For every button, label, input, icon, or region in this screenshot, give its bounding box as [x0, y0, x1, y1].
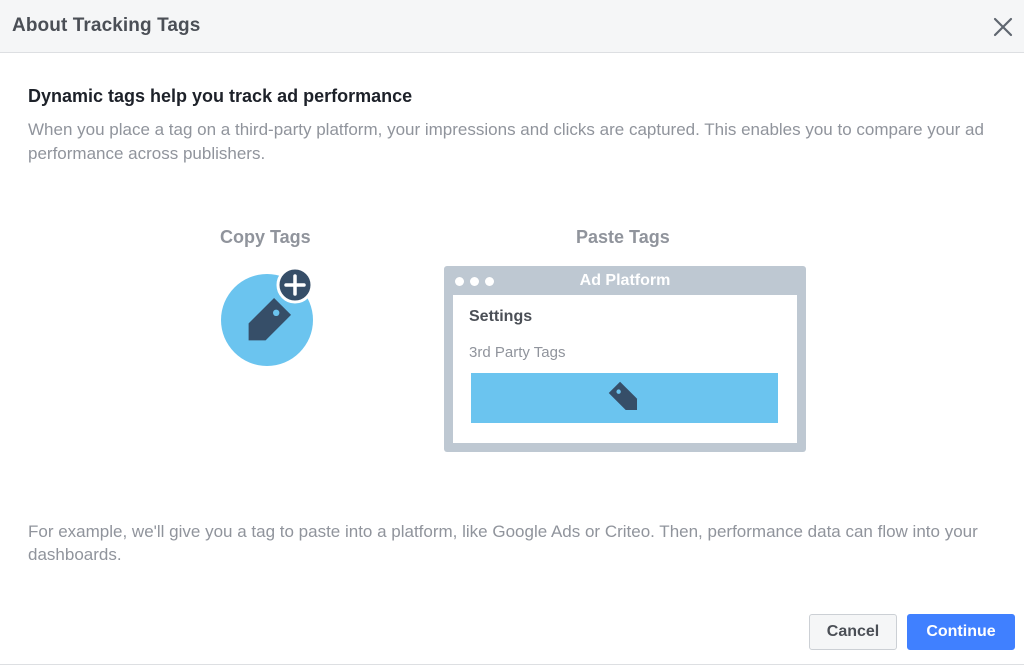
dialog-header: About Tracking Tags [0, 0, 1024, 53]
close-button[interactable] [990, 14, 1016, 40]
tracking-tags-dialog: About Tracking Tags Dynamic tags help yo… [0, 0, 1024, 668]
plus-icon [276, 266, 314, 304]
third-party-tags-label: 3rd Party Tags [469, 344, 566, 361]
window-title-bar: Ad Platform [444, 266, 806, 294]
section-heading: Dynamic tags help you track ad performan… [28, 86, 413, 106]
example-text: For example, we'll give you a tag to pas… [28, 522, 978, 564]
divider [0, 664, 1024, 665]
close-icon [993, 17, 1013, 37]
tag-slot [471, 373, 778, 423]
paste-tags-label: Paste Tags [576, 227, 670, 247]
ad-platform-illustration: Ad Platform Settings 3rd Party Tags [444, 266, 806, 452]
copy-tags-illustration [218, 266, 316, 368]
copy-tags-label: Copy Tags [220, 227, 311, 247]
settings-label: Settings [469, 308, 533, 325]
continue-button[interactable]: Continue [907, 614, 1015, 650]
tag-icon [608, 381, 638, 411]
cancel-button[interactable]: Cancel [809, 614, 897, 650]
section-description: When you place a tag on a third-party pl… [28, 120, 984, 163]
ad-platform-title: Ad Platform [579, 272, 671, 289]
platform-content: Settings 3rd Party Tags [453, 295, 797, 443]
dialog-title: About Tracking Tags [12, 15, 201, 36]
